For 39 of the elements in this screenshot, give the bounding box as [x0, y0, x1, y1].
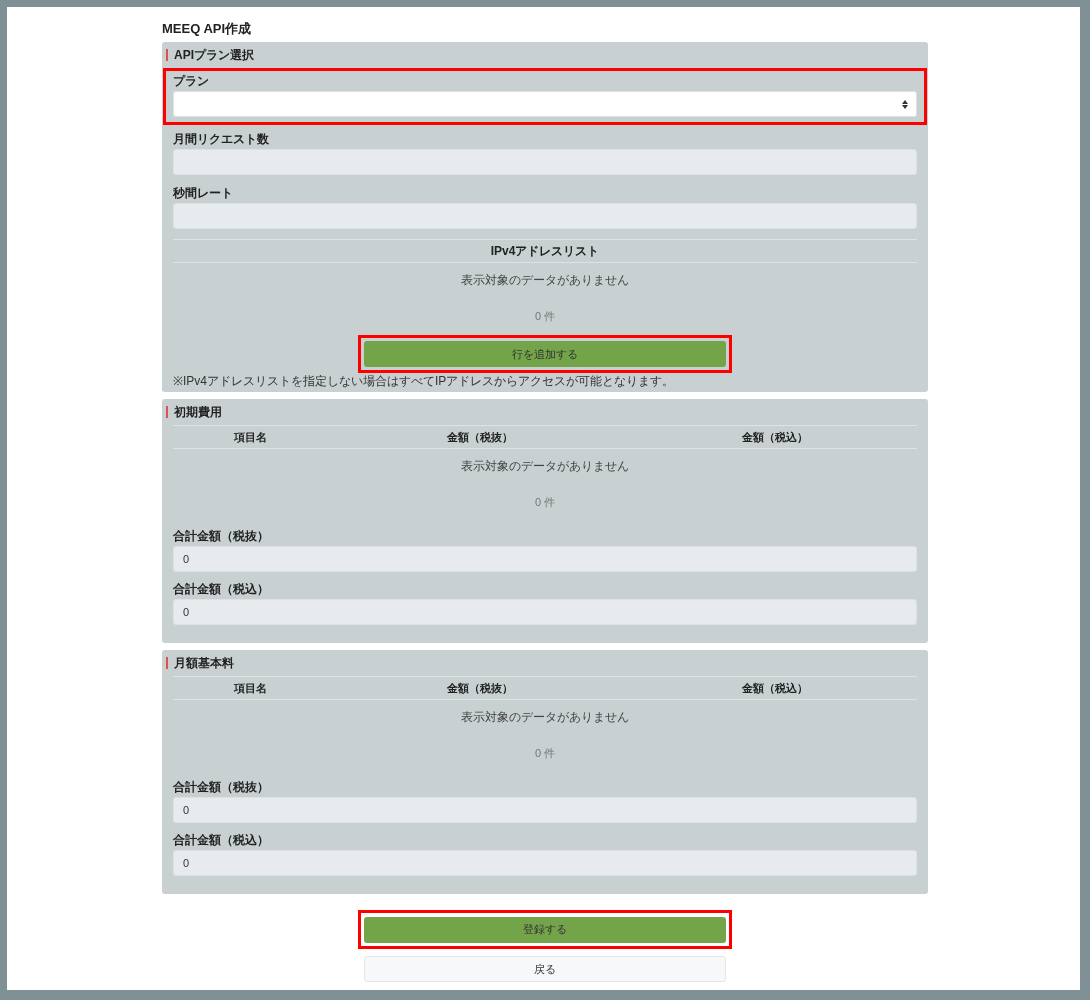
- column-header: 金額（税込）: [741, 430, 808, 445]
- empty-message: 表示対象のデータがありません: [461, 272, 629, 289]
- list-title: IPv4アドレスリスト: [490, 243, 600, 260]
- sort-icon: [902, 99, 908, 109]
- field-label: 合計金額（税抜）: [173, 779, 269, 797]
- field-label: 月間リクエスト数: [173, 131, 269, 148]
- back-button[interactable]: 戻る: [364, 955, 726, 982]
- input-field[interactable]: [173, 203, 917, 229]
- record-count: 0 件: [534, 308, 556, 324]
- field-label: プラン: [173, 73, 209, 90]
- input-field[interactable]: 0: [173, 599, 917, 626]
- input-field[interactable]: 0: [173, 850, 917, 877]
- field-label: 合計金額（税込）: [173, 832, 269, 850]
- column-header: 項目名: [234, 430, 267, 445]
- register-button[interactable]: 登録する: [364, 916, 726, 943]
- column-header: 項目名: [234, 681, 267, 696]
- accent-bar: [166, 657, 168, 670]
- section-title: APIプラン選択: [174, 47, 254, 64]
- column-header: 金額（税抜）: [447, 681, 513, 696]
- empty-message: 表示対象のデータがありません: [461, 709, 629, 727]
- empty-message: 表示対象のデータがありません: [461, 458, 629, 476]
- input-field[interactable]: 0: [173, 797, 917, 824]
- field-label: 合計金額（税抜）: [173, 528, 269, 546]
- field-label: 秒間レート: [173, 185, 233, 202]
- section-title: 初期費用: [174, 404, 222, 422]
- page-title: MEEQ API作成: [162, 19, 252, 38]
- add-row-button[interactable]: 行を追加する: [364, 341, 726, 368]
- record-count: 0 件: [534, 746, 556, 761]
- input-field[interactable]: [173, 149, 917, 175]
- column-header: 金額（税込）: [741, 681, 808, 696]
- field-label: 合計金額（税込）: [173, 581, 269, 599]
- column-header: 金額（税抜）: [447, 430, 513, 445]
- accent-bar: [166, 406, 168, 419]
- input-field[interactable]: 0: [173, 546, 917, 573]
- accent-bar: [166, 49, 168, 61]
- record-count: 0 件: [534, 495, 556, 510]
- note-text: ※IPv4アドレスリストを指定しない場合はすべてIPアドレスからアクセスが可能となります。: [173, 374, 676, 389]
- section-title: 月額基本料: [174, 655, 234, 673]
- plan-select[interactable]: [173, 91, 917, 117]
